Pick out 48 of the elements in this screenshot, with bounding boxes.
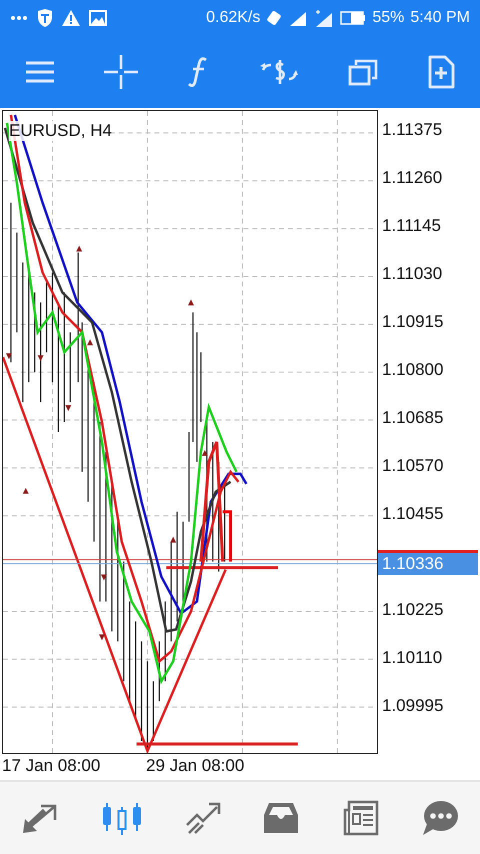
down-marker	[6, 353, 12, 360]
price-label: 1.11260	[382, 168, 442, 188]
price-label: 1.10685	[382, 408, 444, 428]
crosshair-icon	[104, 55, 138, 89]
price-label: 1.10455	[382, 504, 444, 524]
battery-icon	[340, 11, 366, 25]
clock: 5:40 PM	[410, 9, 470, 27]
trend-arrow-icon	[185, 801, 221, 835]
price-label: 1.10570	[382, 456, 444, 476]
price-label: 1.11375	[382, 120, 442, 140]
down-marker	[38, 355, 44, 362]
current-price-label: 1.10336	[378, 550, 478, 575]
function-icon	[187, 56, 210, 88]
up-marker	[76, 246, 82, 252]
time-label: 29 Jan 08:00	[146, 756, 244, 776]
warning-icon	[62, 10, 80, 26]
price-label: 1.11030	[382, 264, 442, 284]
down-marker	[98, 634, 105, 640]
up-marker	[202, 450, 208, 456]
price-label: 1.10800	[382, 360, 444, 380]
up-marker	[22, 488, 29, 494]
price-label: 1.10225	[382, 600, 444, 620]
chat-icon	[421, 800, 459, 836]
candlestick-icon	[101, 801, 143, 835]
dollar-arrows-icon	[258, 57, 299, 87]
newspaper-icon	[341, 800, 379, 836]
down-marker	[65, 405, 72, 412]
up-marker	[188, 299, 194, 306]
document-plus-icon	[427, 55, 456, 89]
inbox-icon	[263, 801, 299, 835]
more-icon	[10, 15, 28, 21]
signal-icon	[288, 10, 308, 26]
up-marker	[87, 339, 94, 346]
time-label: 17 Jan 08:00	[2, 756, 100, 776]
price-label: 1.11145	[382, 216, 441, 236]
image-icon	[89, 10, 107, 26]
network-speed: 0.62K/s	[206, 9, 260, 27]
price-label: 1.10110	[382, 648, 442, 668]
down-marker	[100, 574, 107, 581]
up-marker	[170, 536, 176, 543]
shield-icon	[37, 9, 53, 27]
chart-symbol-label: EURUSD, H4	[9, 121, 112, 141]
signal-icon	[314, 9, 334, 27]
price-label: 1.09995	[382, 696, 444, 716]
windows-icon	[348, 58, 378, 86]
menu-icon	[24, 60, 55, 84]
price-label: 1.10915	[382, 312, 444, 332]
battery-percent: 55%	[372, 9, 404, 27]
